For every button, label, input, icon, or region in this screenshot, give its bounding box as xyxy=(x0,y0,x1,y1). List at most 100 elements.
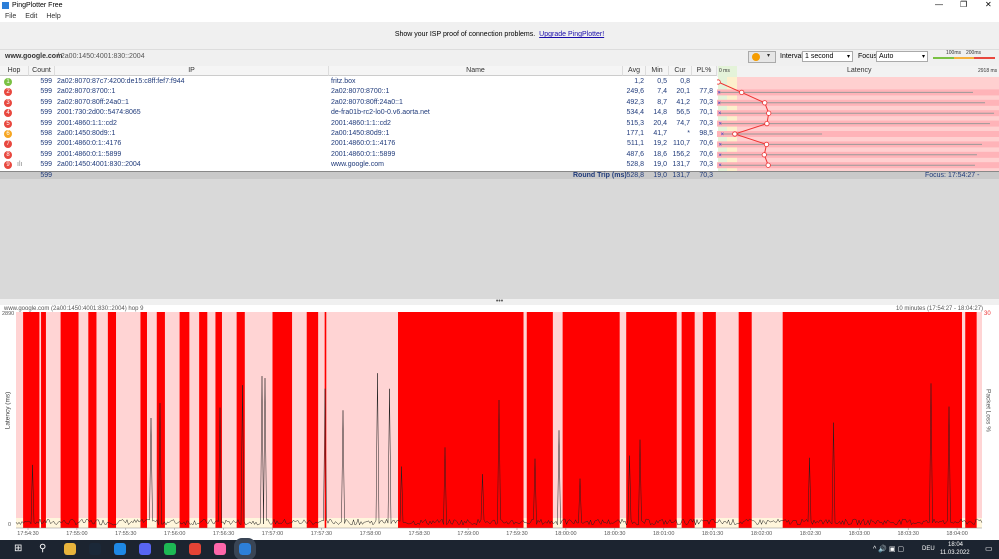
hop-count: 599 xyxy=(40,88,52,96)
legend-bar-good xyxy=(933,57,954,59)
y-max-label: 2890 xyxy=(2,311,15,317)
hop-row[interactable]: 2 599 2a02:8070:8700::1 2a02:8070:8700::1 24… xyxy=(0,87,717,97)
y-min-label: 0 xyxy=(8,522,12,528)
x-tick-label: 18:04:00 xyxy=(946,531,967,537)
packet-loss-bar xyxy=(88,312,97,528)
x-tick-label: 17:59:30 xyxy=(506,531,527,537)
clock-time[interactable]: 18:04 xyxy=(948,542,963,548)
min-marker: × xyxy=(718,142,722,148)
col-count[interactable]: Count xyxy=(29,66,55,76)
col-min[interactable]: Min xyxy=(646,66,669,76)
hop-row[interactable]: 9 ılı 599 2a00:1450:4001:830::2004 www.googl… xyxy=(0,160,717,170)
hop-avg: 1,2 xyxy=(634,78,644,85)
hop-row[interactable]: 4 599 2001:730:2d00::5474:8065 de-fra01b-rc… xyxy=(0,108,717,118)
x-tick-label: 18:00:00 xyxy=(555,531,576,537)
maximize-button[interactable]: ❐ xyxy=(960,0,967,9)
avg-marker xyxy=(732,131,738,137)
interval-select[interactable]: 1 second xyxy=(802,51,853,62)
packet-loss-bar xyxy=(965,312,977,528)
min-marker: × xyxy=(718,111,722,117)
interval-label: Interval xyxy=(780,53,803,60)
col-name[interactable]: Name xyxy=(329,66,623,76)
hop-row[interactable]: 5 599 2001:4860:1:1::cd2 2001:4860:1:1::cd2… xyxy=(0,119,717,129)
mail-icon[interactable] xyxy=(114,543,126,555)
packet-loss-bar xyxy=(272,312,293,528)
spotify-icon[interactable] xyxy=(164,543,176,555)
close-button[interactable]: ✕ xyxy=(985,0,992,9)
hop-row[interactable]: 8 599 2001:4860:0:1::5899 2001:4860:0:1::58… xyxy=(0,150,717,160)
col-hop[interactable]: Hop xyxy=(0,66,29,76)
timeline-graph: 17:54:30 17:55:00 17:55:30 17:56:00 17:56:30… xyxy=(0,305,999,540)
legend-200ms: 200ms xyxy=(966,50,982,56)
osu-icon[interactable] xyxy=(214,543,226,555)
upgrade-link[interactable]: Upgrade PingPlotter! xyxy=(539,31,604,38)
hop-cur: 156,2 xyxy=(672,150,690,158)
hop-ip: 2a02:8070:8700::1 xyxy=(57,88,116,96)
x-tick-label: 17:55:00 xyxy=(66,531,87,537)
hop-pl: 98,5 xyxy=(699,130,713,137)
pause-icon xyxy=(752,53,760,61)
pause-button[interactable]: ▾ xyxy=(748,51,776,63)
min-marker: × xyxy=(720,132,724,138)
language-indicator[interactable]: DEU xyxy=(922,546,935,552)
avg-marker xyxy=(763,141,770,148)
x-tick-label: 18:01:30 xyxy=(702,531,723,537)
legend-bar-warn xyxy=(954,57,974,59)
hop-avg: 511,1 xyxy=(627,140,644,148)
hop-ip: 2001:4860:0:1::5899 xyxy=(57,150,122,158)
col-avg[interactable]: Avg xyxy=(623,66,646,76)
hop-status-icon: 8 xyxy=(4,150,12,159)
chrome-icon[interactable] xyxy=(189,543,201,555)
hop-ip: 2a00:1450:4001:830::2004 xyxy=(57,161,141,169)
pingplotter-icon[interactable] xyxy=(234,538,256,559)
discord-icon[interactable] xyxy=(139,543,151,555)
packet-loss-bar xyxy=(626,312,677,528)
hop-name: www.google.com xyxy=(331,161,384,169)
x-tick-label: 18:03:30 xyxy=(897,531,918,537)
hop-avg: 515,3 xyxy=(626,119,644,127)
hop-row[interactable]: 1 599 2a02:8070:87c7:4200:de15:c8ff:fef7:f… xyxy=(0,77,717,87)
packet-loss-bar xyxy=(140,312,147,528)
hop-min: 14,8 xyxy=(653,109,667,117)
target-ip: / 2a00:1450:4001:830::2004 xyxy=(57,53,145,60)
file-explorer-icon[interactable] xyxy=(64,543,76,555)
col-cur[interactable]: Cur xyxy=(669,66,692,76)
x-tick-label: 18:03:00 xyxy=(849,531,870,537)
x-tick-label: 17:56:30 xyxy=(213,531,234,537)
x-tick-label: 17:57:00 xyxy=(262,531,283,537)
steam-icon[interactable] xyxy=(89,543,101,555)
windows-start-icon[interactable]: ⊞ xyxy=(14,543,26,555)
col-ip[interactable]: IP xyxy=(55,66,329,76)
graph-icon[interactable]: ılı xyxy=(17,160,22,170)
hop-count: 599 xyxy=(40,109,52,117)
hop-pl: 70,6 xyxy=(699,140,713,148)
hop-row[interactable]: 6 598 2a00:1450:80d9::1 2a00:1450:80d9::1 17… xyxy=(0,129,717,139)
col-pl[interactable]: PL% xyxy=(692,66,717,76)
clock-date[interactable]: 11.03.2022 xyxy=(940,550,970,556)
hop-count: 599 xyxy=(40,119,52,127)
latency-max-label: 2918 ms xyxy=(978,68,998,74)
hop-row[interactable]: 7 599 2001:4860:0:1::4176 2001:4860:0:1::41… xyxy=(0,139,717,149)
packet-loss-bar xyxy=(156,312,165,528)
hop-name: fritz.box xyxy=(331,78,356,85)
hop-ip: 2a00:1450:80d9::1 xyxy=(57,130,116,137)
notification-icon[interactable]: ▭ xyxy=(985,544,993,553)
summary-avg: 528,8 xyxy=(626,172,644,179)
graph-range[interactable]: 10 minutes (17:54:27 - 18:04:27) xyxy=(896,306,983,312)
minimize-button[interactable]: — xyxy=(935,0,943,9)
avg-marker xyxy=(715,79,721,85)
menu-edit[interactable]: Edit xyxy=(25,13,37,20)
hop-status-icon: 4 xyxy=(4,109,12,118)
hop-cur: 20,1 xyxy=(676,88,690,96)
menu-file[interactable]: File xyxy=(5,13,16,20)
focus-select[interactable]: Auto xyxy=(876,51,928,62)
hop-cur: 56,5 xyxy=(676,109,690,117)
target-host: www.google.com xyxy=(5,53,63,60)
tray-icons[interactable]: ^ 🔊 ▣ ▢ xyxy=(873,545,904,553)
hop-count: 599 xyxy=(40,150,52,158)
menu-help[interactable]: Help xyxy=(46,13,60,20)
hop-row[interactable]: 3 599 2a02:8070:80ff:24a0::1 2a02:8070:80ff… xyxy=(0,98,717,108)
hop-cur: * xyxy=(687,130,690,137)
search-icon[interactable]: ⚲ xyxy=(39,543,51,555)
hop-name: de-fra01b-rc2-lo0-0.v6.aorta.net xyxy=(331,109,430,117)
